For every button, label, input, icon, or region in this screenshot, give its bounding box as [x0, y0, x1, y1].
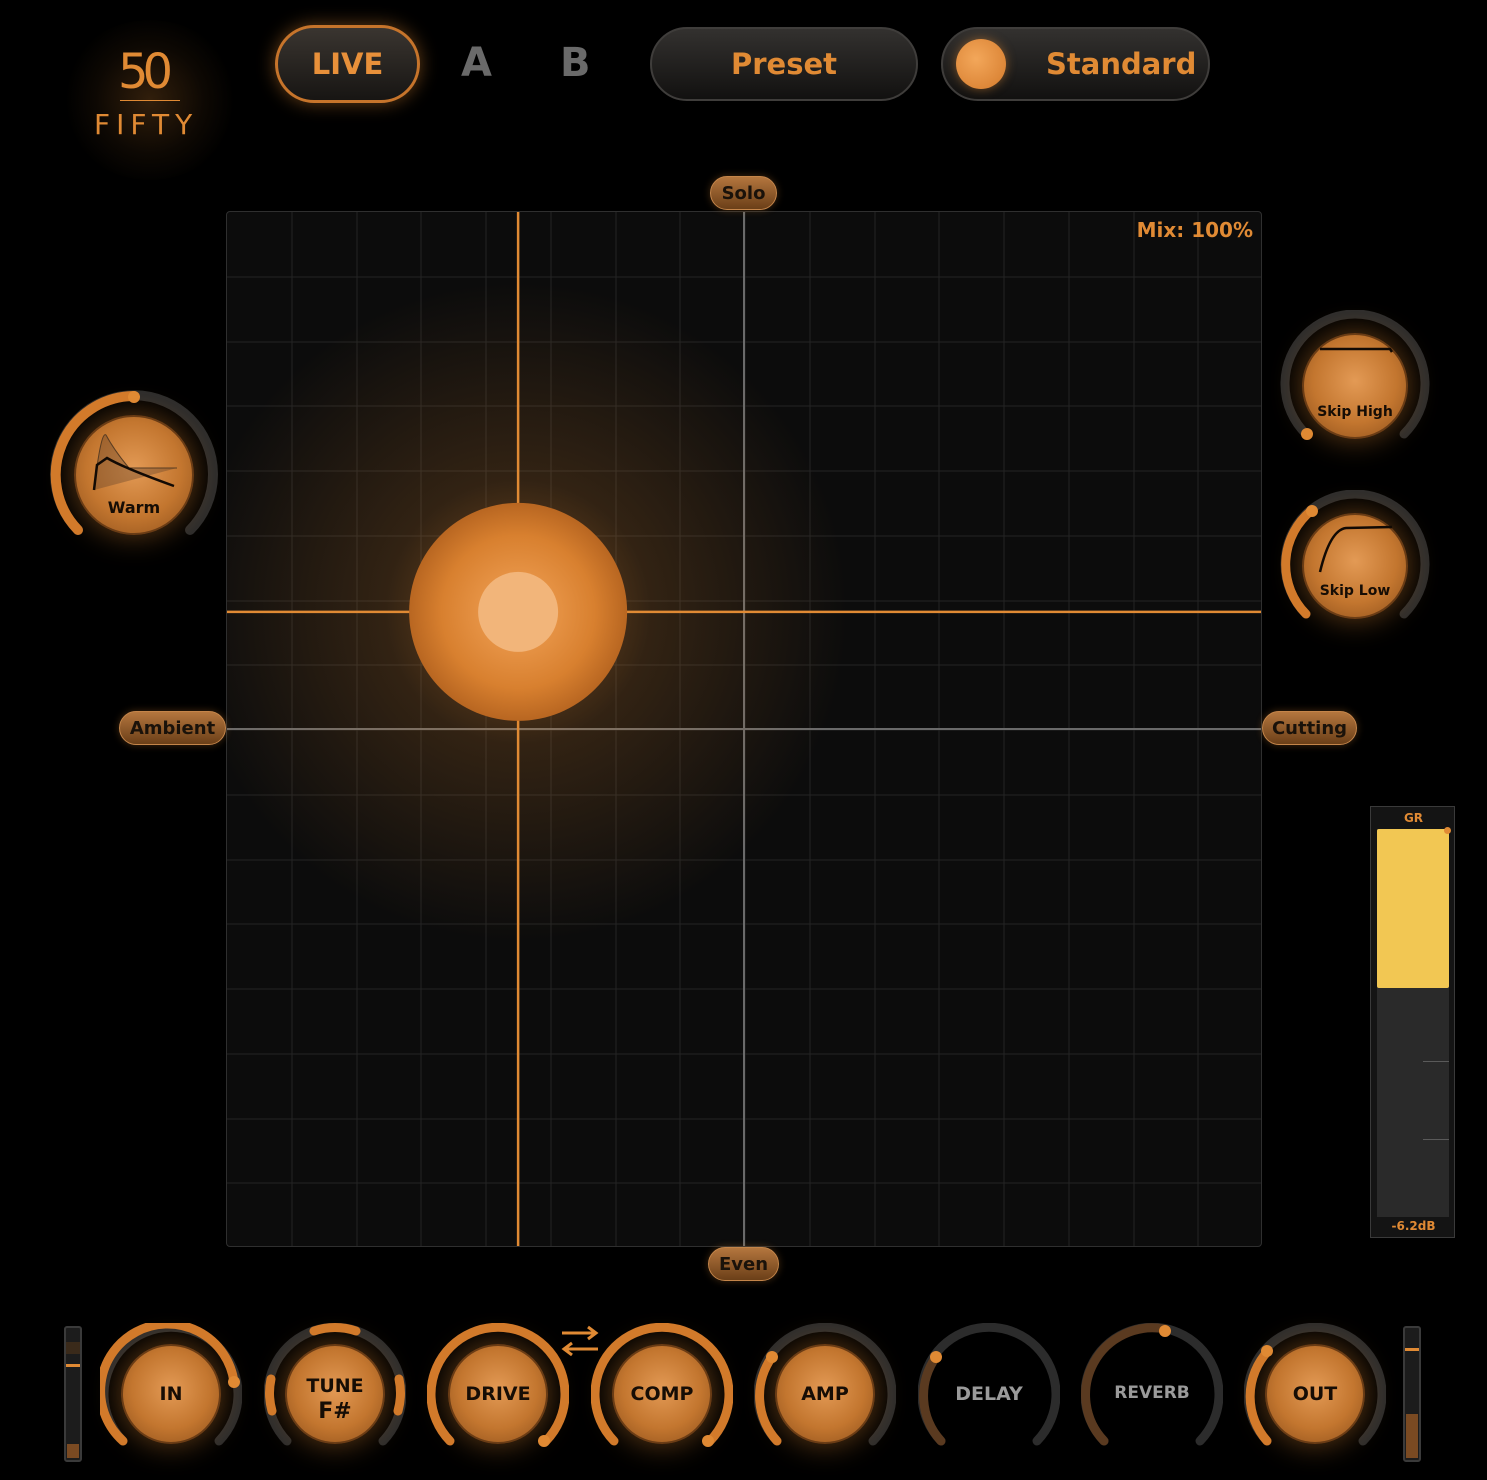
live-button[interactable]: LIVE [275, 25, 420, 103]
drive-knob[interactable]: DRIVE [427, 1323, 569, 1465]
drive-knob-label: DRIVE [465, 1383, 531, 1405]
gr-peak-dot [1444, 827, 1451, 834]
skip-low-knob-label: Skip Low [1319, 583, 1391, 599]
skip-low-knob[interactable]: Skip Low [1280, 490, 1430, 640]
logo-number: 50 [118, 44, 173, 100]
axis-label-solo: Solo [710, 176, 777, 210]
standard-label: Standard [1046, 47, 1197, 81]
standard-toggle[interactable]: Standard [941, 27, 1210, 101]
gain-reduction-meter: GR -6.2dB [1370, 806, 1455, 1238]
amp-knob[interactable]: AMP [754, 1323, 896, 1465]
logo-text: FIFTY [94, 108, 199, 141]
gr-meter-fill [1377, 829, 1449, 988]
axis-label-ambient: Ambient [119, 711, 226, 745]
output-level-slider[interactable] [1403, 1326, 1421, 1462]
amp-knob-label: AMP [801, 1383, 849, 1405]
comp-knob-label: COMP [630, 1383, 694, 1405]
gr-meter-value: -6.2dB [1391, 1219, 1436, 1233]
gr-meter-title: GR [1403, 811, 1424, 825]
in-knob-label: IN [159, 1383, 183, 1405]
reverb-knob-label: REVERB [1114, 1383, 1190, 1403]
toggle-knob [956, 39, 1006, 89]
warm-knob-label: Warm [107, 498, 161, 517]
xy-pad[interactable]: Mix: 100% [226, 211, 1262, 1247]
b-slot-button[interactable]: B [560, 40, 591, 86]
axis-label-cutting: Cutting [1262, 711, 1357, 745]
puck-inner [478, 571, 559, 652]
mix-readout: Mix: 100% [1136, 218, 1253, 242]
out-knob-label: OUT [1292, 1383, 1338, 1405]
skip-high-curve-icon [1320, 347, 1394, 353]
preset-button[interactable]: Preset [650, 27, 918, 101]
reverb-knob[interactable]: REVERB [1081, 1323, 1223, 1465]
input-level-slider[interactable] [64, 1326, 82, 1462]
tune-knob-label: TUNE [306, 1375, 364, 1397]
tune-knob[interactable]: TUNE F# [264, 1323, 406, 1465]
xy-pad-canvas [227, 212, 1261, 1246]
delay-knob-label: DELAY [955, 1383, 1023, 1405]
in-knob[interactable]: IN [100, 1323, 242, 1465]
a-slot-button[interactable]: A [461, 40, 492, 86]
tune-note-value: F# [318, 1399, 352, 1424]
skip-high-knob-label: Skip High [1317, 404, 1393, 420]
out-knob[interactable]: OUT [1244, 1323, 1386, 1465]
warm-curve-icon [92, 434, 177, 491]
delay-knob[interactable]: DELAY [918, 1323, 1060, 1465]
logo-divider [120, 100, 180, 101]
skip-low-curve-icon [1318, 525, 1393, 573]
axis-label-even: Even [708, 1247, 779, 1281]
skip-high-knob[interactable]: Skip High [1280, 310, 1430, 460]
comp-knob[interactable]: COMP [591, 1323, 733, 1465]
warm-knob[interactable]: Warm [49, 390, 219, 560]
